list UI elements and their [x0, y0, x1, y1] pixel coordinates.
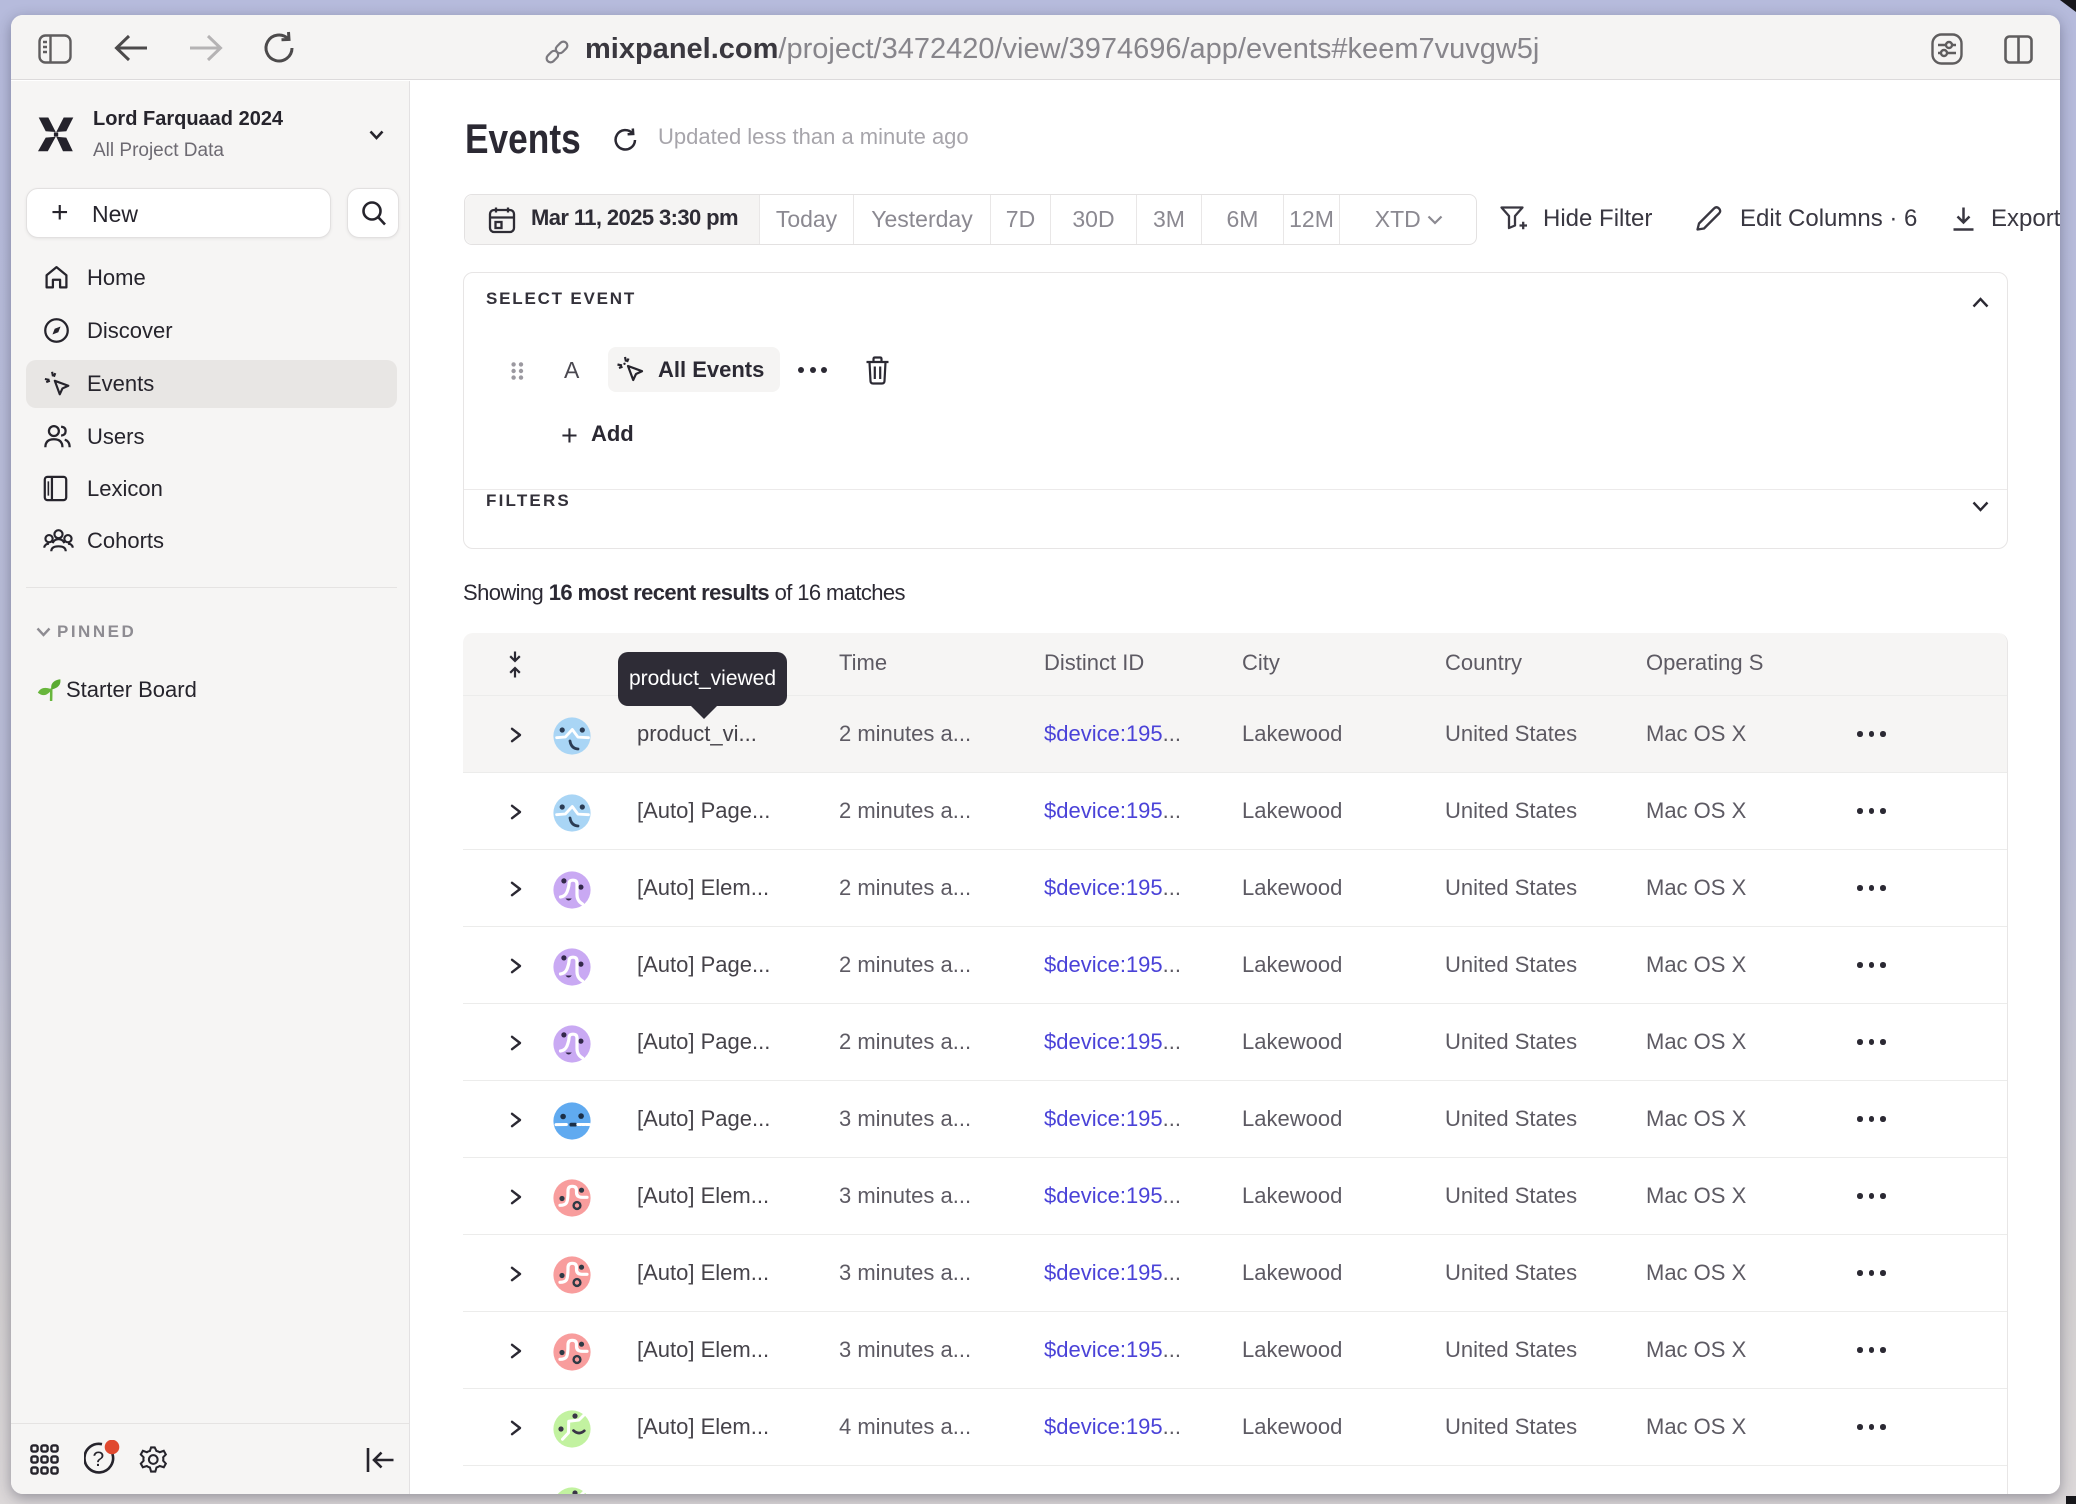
- svg-text:?: ?: [93, 1448, 105, 1471]
